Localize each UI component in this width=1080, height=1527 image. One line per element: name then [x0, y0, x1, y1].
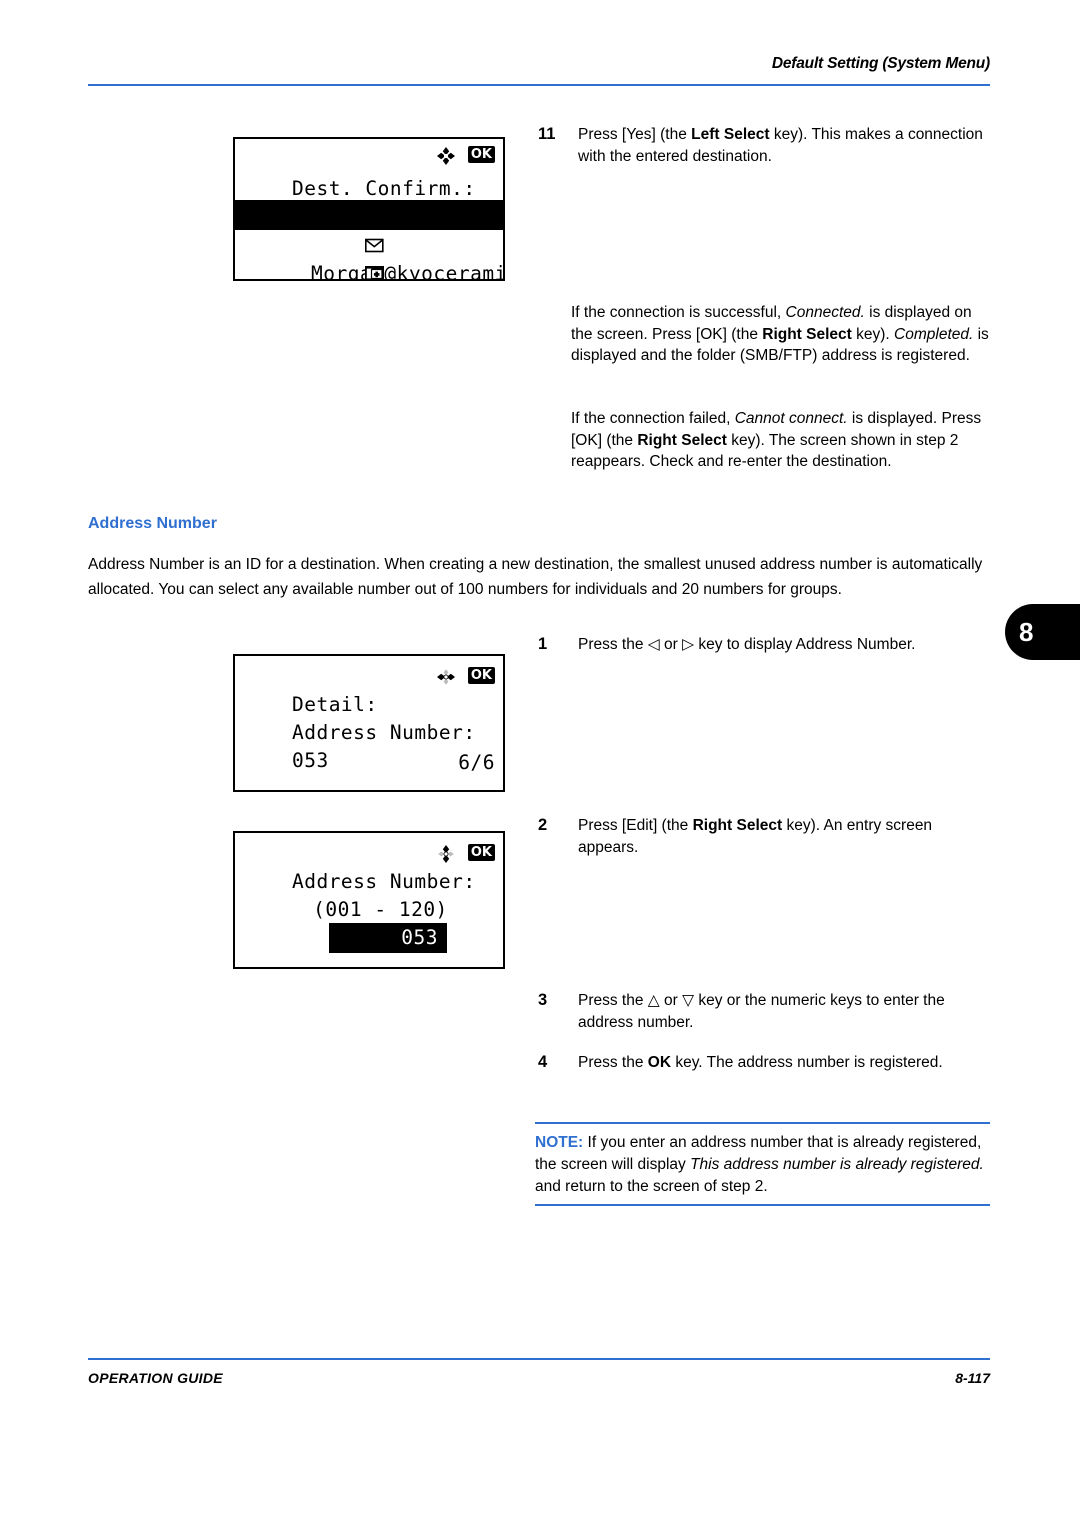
- step-text: Press the ◁ or ▷ key to display Address …: [578, 636, 916, 653]
- lcd-softkey-row: [ ] Edit: [235, 763, 503, 790]
- lcd-range-row: (001 - 120): [235, 865, 503, 921]
- page-header-title: Default Setting (System Menu): [771, 55, 990, 72]
- lcd-panel-address-number-entry: Address Number: OK (001 - 120) 053: [233, 831, 505, 969]
- step-3: 3 Press the △ or ▽ key or the numeric ke…: [538, 990, 993, 1033]
- chapter-tab: 8: [1005, 604, 1080, 660]
- lcd-row-destination-email: Morgan@kyoceramita…: [235, 172, 503, 279]
- left-right-arrow-icon: [436, 666, 456, 686]
- step-number: 3: [538, 991, 548, 1009]
- footer-divider: [88, 1358, 990, 1360]
- lcd-softkey-row: [ ] Exit: [235, 252, 503, 279]
- chapter-tab-number: 8: [1019, 616, 1034, 647]
- lcd-row-destination-fax-selected: 0667640000: [235, 200, 503, 279]
- step-number: 4: [538, 1053, 548, 1071]
- step-4: 4 Press the OK key. The address number i…: [538, 1052, 993, 1074]
- step-text: Press [Edit] (the Right Select key). An …: [578, 817, 933, 856]
- four-way-arrow-icon: [436, 145, 456, 165]
- section-heading-address-number: Address Number: [88, 515, 217, 532]
- address-number-input[interactable]: 053: [328, 923, 447, 953]
- footer-page-number: 8-117: [955, 1370, 990, 1386]
- lcd-panel-detail: Detail: OK Address Number: 6/6 053 [ ] E…: [233, 654, 505, 792]
- lcd-panel-dest-confirm: Dest. Confirm.: OK Morgan@kyoceramita…: [233, 137, 505, 281]
- ok-badge: OK: [467, 844, 495, 861]
- paragraph-connection-success: If the connection is successful, Connect…: [571, 304, 989, 364]
- lcd-field-value-row: 053: [235, 716, 503, 772]
- lcd-status-icons: OK: [436, 660, 495, 690]
- ok-badge: OK: [467, 146, 495, 163]
- section-body-address-number: Address Number is an ID for a destinatio…: [88, 556, 983, 598]
- lcd-status-icons: OK: [436, 139, 495, 169]
- lcd-status-icons: OK: [436, 837, 495, 867]
- up-down-arrow-icon: [436, 843, 456, 863]
- step-text: Press the OK key. The address number is …: [578, 1054, 943, 1071]
- step-11: 11 Press [Yes] (the Left Select key). Th…: [538, 124, 993, 167]
- step-2: 2 Press [Edit] (the Right Select key). A…: [538, 815, 993, 858]
- lcd-field-row: Address Number: 6/6: [235, 688, 503, 774]
- step-number: 2: [538, 816, 548, 834]
- note-text: NOTE: If you enter an address number tha…: [535, 1134, 984, 1195]
- note-box: NOTE: If you enter an address number tha…: [535, 1122, 990, 1206]
- step-number: 11: [538, 125, 556, 143]
- paragraph-connection-failed: If the connection failed, Cannot connect…: [571, 410, 982, 470]
- note-bottom-divider: [535, 1204, 990, 1206]
- step-1: 1 Press the ◁ or ▷ key to display Addres…: [538, 634, 993, 656]
- ok-badge: OK: [467, 667, 495, 684]
- header-divider: [88, 84, 990, 86]
- step-number: 1: [538, 635, 548, 653]
- step-text: Press [Yes] (the Left Select key). This …: [578, 126, 983, 165]
- lcd-entry-row: 053: [235, 893, 503, 953]
- step-text: Press the △ or ▽ key or the numeric keys…: [578, 992, 945, 1031]
